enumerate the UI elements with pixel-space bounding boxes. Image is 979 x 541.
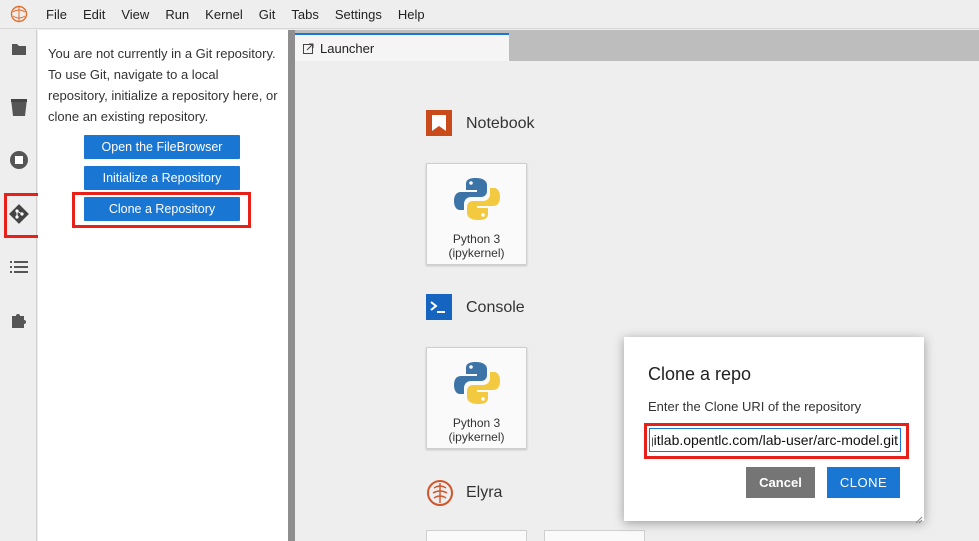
tab-bar: Launcher xyxy=(295,30,979,61)
activity-bar xyxy=(0,30,37,541)
elyra-card[interactable] xyxy=(426,530,527,541)
tab-label: Launcher xyxy=(320,40,375,56)
notebook-section-title: Notebook xyxy=(466,115,535,132)
elyra-card[interactable] xyxy=(544,530,645,541)
stop-icon[interactable] xyxy=(0,141,37,179)
card-label: Python 3 (ipykernel) xyxy=(448,232,505,260)
menu-kernel[interactable]: Kernel xyxy=(197,0,251,29)
console-section-title: Console xyxy=(466,299,525,316)
folder-icon[interactable] xyxy=(0,30,37,68)
menu-run[interactable]: Run xyxy=(157,0,197,29)
notebook-python3-card[interactable]: Python 3 (ipykernel) xyxy=(426,163,527,265)
console-icon xyxy=(425,293,453,321)
clone-button[interactable]: CLONE xyxy=(827,467,900,498)
menu-bar: File Edit View Run Kernel Git Tabs Setti… xyxy=(0,0,979,29)
panel-splitter[interactable] xyxy=(288,30,295,541)
launcher-icon xyxy=(303,43,314,54)
open-filebrowser-button[interactable]: Open the FileBrowser xyxy=(84,135,240,159)
clone-repo-dialog: Clone a repo Enter the Clone URI of the … xyxy=(624,337,924,524)
cancel-button[interactable]: Cancel xyxy=(746,467,815,498)
jupyter-logo-icon xyxy=(0,0,38,29)
python-logo-icon xyxy=(452,174,502,224)
puzzle-icon[interactable] xyxy=(0,301,37,339)
menu-file[interactable]: File xyxy=(38,0,75,29)
menu-edit[interactable]: Edit xyxy=(75,0,113,29)
clone-uri-label: Enter the Clone URI of the repository xyxy=(648,399,862,414)
elyra-section-title: Elyra xyxy=(466,484,503,501)
tab-launcher[interactable]: Launcher xyxy=(295,33,509,61)
trash-icon[interactable] xyxy=(0,88,37,126)
console-python3-card[interactable]: Python 3 (ipykernel) xyxy=(426,347,527,449)
menu-git[interactable]: Git xyxy=(251,0,284,29)
clone-uri-input[interactable] xyxy=(649,428,901,452)
card-label: Python 3 (ipykernel) xyxy=(448,416,505,444)
menu-view[interactable]: View xyxy=(113,0,157,29)
menu-help[interactable]: Help xyxy=(390,0,433,29)
clone-repository-button[interactable]: Clone a Repository xyxy=(84,197,240,221)
menu-settings[interactable]: Settings xyxy=(327,0,390,29)
elyra-icon xyxy=(425,478,453,506)
git-panel: You are not currently in a Git repositor… xyxy=(38,30,288,541)
menu-tabs[interactable]: Tabs xyxy=(283,0,326,29)
python-logo-icon xyxy=(452,358,502,408)
initialize-repository-button[interactable]: Initialize a Repository xyxy=(84,166,240,190)
notebook-icon xyxy=(425,109,453,137)
resize-grip-icon[interactable] xyxy=(915,512,923,524)
dialog-title: Clone a repo xyxy=(648,364,752,384)
list-icon[interactable] xyxy=(0,248,37,286)
git-panel-message: You are not currently in a Git repositor… xyxy=(48,46,278,124)
git-icon[interactable] xyxy=(0,195,37,233)
